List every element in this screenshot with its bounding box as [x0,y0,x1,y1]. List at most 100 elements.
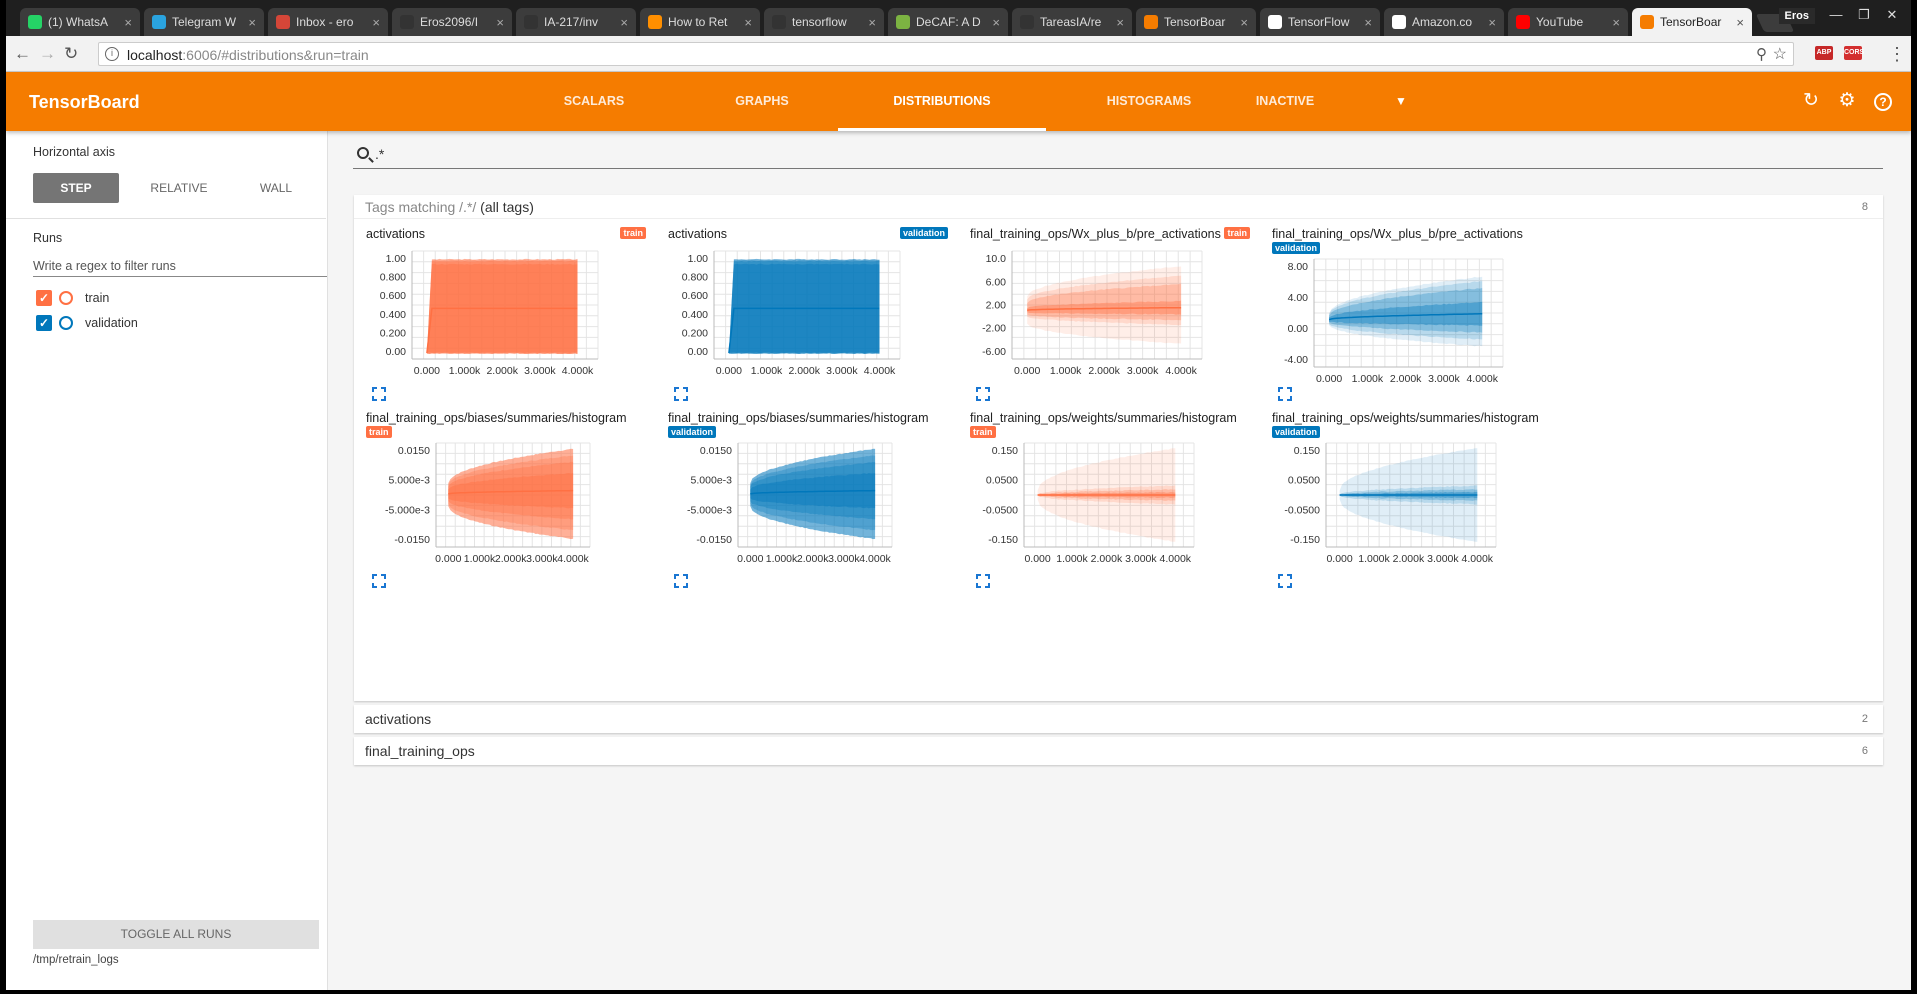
browser-tab[interactable]: How to Ret × [640,8,760,36]
browser-tab[interactable]: Eros2096/I × [392,8,512,36]
browser-tab[interactable]: TareasIA/re × [1012,8,1132,36]
fullscreen-icon[interactable] [674,574,688,588]
tab-graphs[interactable]: GRAPHS [702,72,822,131]
run-color-radio[interactable] [59,291,73,305]
forward-icon[interactable]: → [39,44,56,64]
tab-close-icon[interactable]: × [1116,15,1124,30]
minimize-icon[interactable]: — [1823,6,1849,24]
tab-close-icon[interactable]: × [124,15,132,30]
restore-icon[interactable]: ❐ [1851,6,1877,24]
fullscreen-icon[interactable] [976,574,990,588]
back-icon[interactable]: ← [14,44,31,64]
fullscreen-icon[interactable] [1278,574,1292,588]
search-input[interactable]: .* [375,146,384,162]
distribution-chart[interactable]: -4.00 0.00 4.00 8.00 0.000 1.000k 2.000k 3.000k… [1260,227,1560,405]
adblock-icon[interactable]: ABP [1815,46,1833,60]
run-checkbox[interactable]: ✓ [36,290,52,306]
tag-search[interactable]: .* [353,143,1883,169]
pane-header[interactable] [354,195,1883,219]
y-tick-label: 0.0150 [398,445,430,457]
browser-tab[interactable]: (1) WhatsA × [20,8,140,36]
sidebar-divider [6,218,326,219]
fullscreen-icon[interactable] [372,387,386,401]
distribution-chart[interactable]: 0.00 0.200 0.400 0.600 0.800 1.00 0.000 1.000k 2… [656,227,956,405]
distribution-chart[interactable]: -0.150 -0.0500 0.0500 0.150 0.000 1.000k 2.000… [1260,411,1560,589]
fullscreen-icon[interactable] [372,574,386,588]
tab-inactive[interactable]: INACTIVE [1240,72,1330,131]
browser-tab[interactable]: TensorBoar × [1632,8,1752,36]
refresh-icon[interactable]: ↻ [1800,90,1822,112]
axis-step-button[interactable]: STEP [33,173,119,203]
tab-close-icon[interactable]: × [620,15,628,30]
close-icon[interactable]: ✕ [1879,6,1905,24]
tab-scalars[interactable]: SCALARS [534,72,654,131]
tab-close-icon[interactable]: × [372,15,380,30]
group-pane-activations[interactable]: activations 2 [354,705,1883,733]
axis-relative-button[interactable]: RELATIVE [134,173,224,203]
help-icon[interactable]: ? [1872,90,1894,112]
tab-close-icon[interactable]: × [1240,15,1248,30]
tab-close-icon[interactable]: × [992,15,1000,30]
y-tick-label: 5.000e-3 [389,475,431,487]
profile-button[interactable]: Eros [1778,8,1815,24]
tab-close-icon[interactable]: × [1364,15,1372,30]
distribution-chart[interactable]: -0.0150 -5.000e-3 5.000e-3 0.0150 0.000 1.000… [354,411,654,589]
browser-tab[interactable]: TensorBoar × [1136,8,1256,36]
distribution-chart[interactable]: -6.00 -2.00 2.00 6.00 10.0 0.000 1.000k 2.000k 3… [958,227,1258,405]
tab-close-icon[interactable]: × [248,15,256,30]
github-icon [1020,15,1034,29]
bookmark-star-icon[interactable]: ☆ [1773,44,1787,64]
url-input[interactable]: i localhost:6006/#distributions&run=trai… [98,42,1794,66]
tab-close-icon[interactable]: × [496,15,504,30]
toggle-all-runs-button[interactable]: TOGGLE ALL RUNS [33,920,319,949]
browser-tab[interactable]: TensorFlow × [1260,8,1380,36]
browser-tab[interactable]: Telegram W × [144,8,264,36]
tab-histograms[interactable]: HISTOGRAMS [1084,72,1214,131]
tab-close-icon[interactable]: × [868,15,876,30]
logdir-path: /tmp/retrain_logs [33,954,119,966]
dropdown-arrow-icon[interactable]: ▼ [1390,90,1412,112]
run-item-validation[interactable]: ✓ validation [36,313,138,333]
tab-distributions[interactable]: DISTRIBUTIONS [838,72,1046,131]
tab-close-icon[interactable]: × [1736,15,1744,30]
distribution-chart[interactable]: -0.0150 -5.000e-3 5.000e-3 0.0150 0.000 1.000… [656,411,956,589]
x-tick-label: 4.000k [1466,373,1498,385]
x-tick-label: 1.000k [1056,553,1088,565]
fullscreen-icon[interactable] [674,387,688,401]
x-tick-label: 2.000k [1088,365,1120,377]
distribution-chart[interactable]: 0.00 0.200 0.400 0.600 0.800 1.00 0.000 1.000k 2… [354,227,654,405]
reload-icon[interactable]: ↻ [64,44,78,64]
y-tick-label: 0.600 [380,290,406,302]
info-icon[interactable]: i [105,47,119,61]
tab-close-icon[interactable]: × [1612,15,1620,30]
y-tick-label: 0.00 [1288,323,1309,335]
app-title: TensorBoard [29,92,140,112]
cors-icon[interactable]: CORS [1844,46,1864,60]
x-tick-label: 1.000k [751,365,783,377]
tab-close-icon[interactable]: × [1488,15,1496,30]
axis-wall-button[interactable]: WALL [236,173,316,203]
github-icon [400,15,414,29]
browser-tab[interactable]: Inbox - ero × [268,8,388,36]
run-color-radio[interactable] [59,316,73,330]
distribution-chart[interactable]: -0.150 -0.0500 0.0500 0.150 0.000 1.000k 2.000… [958,411,1258,589]
browser-tab[interactable]: tensorflow × [764,8,884,36]
fullscreen-icon[interactable] [976,387,990,401]
run-checkbox[interactable]: ✓ [36,315,52,331]
group-pane-final-training-ops[interactable]: final_training_ops 6 [354,737,1883,765]
fullscreen-icon[interactable] [1278,387,1292,401]
tab-close-icon[interactable]: × [744,15,752,30]
run-item-train[interactable]: ✓ train [36,288,109,308]
x-tick-label: 1.000k [766,553,798,565]
y-tick-label: 8.00 [1288,261,1309,273]
run-filter-input[interactable] [33,255,327,277]
y-tick-label: 0.200 [682,327,708,339]
browser-tab[interactable]: Amazon.co × [1384,8,1504,36]
x-tick-label: 0.000 [737,553,763,565]
settings-gear-icon[interactable]: ⚙ [1836,90,1858,112]
browser-tab[interactable]: DeCAF: A D × [888,8,1008,36]
zoom-icon[interactable]: ⚲ [1756,45,1767,63]
browser-menu-icon[interactable]: ⋮ [1888,44,1906,64]
browser-tab[interactable]: YouTube × [1508,8,1628,36]
browser-tab[interactable]: IA-217/inv × [516,8,636,36]
